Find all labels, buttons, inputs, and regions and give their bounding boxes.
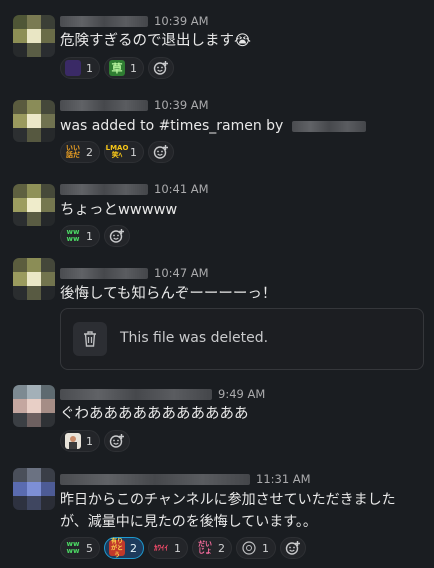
reaction-count: 1 bbox=[86, 229, 93, 243]
face-emoji-icon bbox=[241, 540, 257, 556]
timestamp[interactable]: 10:39 AM bbox=[154, 98, 209, 112]
deleted-file-text: This file was deleted. bbox=[120, 330, 269, 346]
reaction-count: 1 bbox=[262, 541, 269, 555]
message-text: was added to #times_ramen by bbox=[60, 115, 372, 137]
message-text: ぐわあああああああああああ bbox=[60, 406, 249, 422]
sender-name[interactable] bbox=[60, 268, 148, 279]
add-reaction-button[interactable] bbox=[148, 141, 174, 163]
add-reaction-button[interactable] bbox=[104, 225, 130, 247]
daijoubu-emoji-icon: だい じょ bbox=[198, 540, 212, 555]
message-header: 9:49 AM bbox=[60, 387, 265, 401]
reactions-bar: ww ww 5 有りがとう 2 ｶﾜｲｲ 1 だい じょ 2 1 bbox=[60, 537, 306, 559]
sender-name[interactable] bbox=[60, 100, 148, 111]
kawaii-emoji-icon: ｶﾜｲｲ bbox=[154, 543, 168, 552]
reaction-count: 5 bbox=[86, 541, 93, 555]
reactions-bar: 1 草 1 bbox=[60, 57, 174, 79]
sender-name[interactable] bbox=[60, 16, 148, 27]
reaction-pill[interactable]: 1 bbox=[60, 430, 100, 452]
reaction-pill[interactable]: だい じょ 2 bbox=[192, 537, 232, 559]
message-header: 10:47 AM bbox=[60, 266, 209, 280]
message-header: 11:31 AM bbox=[60, 472, 311, 486]
add-reaction-button[interactable] bbox=[104, 430, 130, 452]
arigatou-emoji-icon: 有りがとう bbox=[109, 537, 125, 559]
www-emoji-icon: ww ww bbox=[66, 228, 80, 243]
timestamp[interactable]: 10:39 AM bbox=[154, 14, 209, 28]
reactions-bar: いい 話だ 2 LMAO 笑ﾍ 1 bbox=[60, 141, 174, 163]
iitaberu-emoji-icon: いい 話だ bbox=[66, 144, 80, 159]
add-emoji-icon bbox=[153, 61, 168, 75]
add-emoji-icon bbox=[285, 541, 300, 555]
system-text: was added to #times_ramen by bbox=[60, 118, 284, 134]
message-header: 10:39 AM bbox=[60, 14, 209, 28]
add-emoji-icon bbox=[153, 145, 168, 159]
reaction-count: 2 bbox=[86, 145, 93, 159]
reaction-pill[interactable]: 1 bbox=[236, 537, 276, 559]
avatar[interactable] bbox=[13, 15, 55, 57]
person-photo-emoji-icon bbox=[65, 433, 81, 449]
avatar[interactable] bbox=[13, 258, 55, 300]
reactions-bar: 1 bbox=[60, 430, 130, 452]
reaction-pill[interactable]: 1 bbox=[60, 57, 100, 79]
reaction-pill[interactable]: ww ww 1 bbox=[60, 225, 100, 247]
reaction-pill[interactable]: LMAO 笑ﾍ 1 bbox=[104, 141, 144, 163]
reaction-count: 2 bbox=[130, 541, 137, 555]
add-reaction-button[interactable] bbox=[280, 537, 306, 559]
avatar[interactable] bbox=[13, 468, 55, 510]
sender-name[interactable] bbox=[60, 184, 148, 195]
timestamp[interactable]: 10:41 AM bbox=[154, 182, 209, 196]
trash-icon bbox=[73, 322, 107, 356]
timestamp[interactable]: 10:47 AM bbox=[154, 266, 209, 280]
reaction-pill-selected[interactable]: 有りがとう 2 bbox=[104, 537, 144, 559]
reaction-count: 1 bbox=[86, 61, 93, 75]
reaction-pill[interactable]: ｶﾜｲｲ 1 bbox=[148, 537, 188, 559]
add-emoji-icon bbox=[109, 229, 124, 243]
message-header: 10:41 AM bbox=[60, 182, 209, 196]
purple-blob-emoji-icon bbox=[65, 60, 81, 76]
lmao-emoji-icon: LMAO 笑ﾍ bbox=[105, 144, 129, 159]
message-text: ちょっとwwwww bbox=[60, 202, 178, 218]
avatar[interactable] bbox=[13, 100, 55, 142]
message-text-line1: 昨日からこのチャンネルに参加させていただきました bbox=[60, 492, 396, 508]
avatar[interactable] bbox=[13, 385, 55, 427]
reaction-count: 1 bbox=[130, 145, 137, 159]
reaction-count: 1 bbox=[130, 61, 137, 75]
message-text-line2: が、減量中に見たのを後悔しています。。 bbox=[60, 514, 317, 530]
message-text: 危険すぎるので退出します😭 bbox=[60, 33, 251, 49]
add-emoji-icon bbox=[109, 434, 124, 448]
reaction-pill[interactable]: ww ww 5 bbox=[60, 537, 100, 559]
kusa-emoji-icon: 草 bbox=[109, 60, 125, 76]
sender-name[interactable] bbox=[60, 389, 212, 400]
adder-name[interactable] bbox=[291, 120, 366, 132]
reaction-count: 1 bbox=[86, 434, 93, 448]
message-header: 10:39 AM bbox=[60, 98, 209, 112]
timestamp[interactable]: 11:31 AM bbox=[256, 472, 311, 486]
avatar[interactable] bbox=[13, 184, 55, 226]
reactions-bar: ww ww 1 bbox=[60, 225, 130, 247]
www-emoji-icon: ww ww bbox=[66, 540, 80, 555]
reaction-pill[interactable]: いい 話だ 2 bbox=[60, 141, 100, 163]
message-text: 後悔しても知らんぞーーーーっ！ bbox=[60, 286, 277, 302]
reaction-count: 1 bbox=[174, 541, 181, 555]
reaction-pill[interactable]: 草 1 bbox=[104, 57, 144, 79]
reaction-count: 2 bbox=[218, 541, 225, 555]
sender-name[interactable] bbox=[60, 474, 250, 485]
deleted-file-card: This file was deleted. bbox=[60, 308, 424, 370]
add-reaction-button[interactable] bbox=[148, 57, 174, 79]
timestamp[interactable]: 9:49 AM bbox=[218, 387, 265, 401]
